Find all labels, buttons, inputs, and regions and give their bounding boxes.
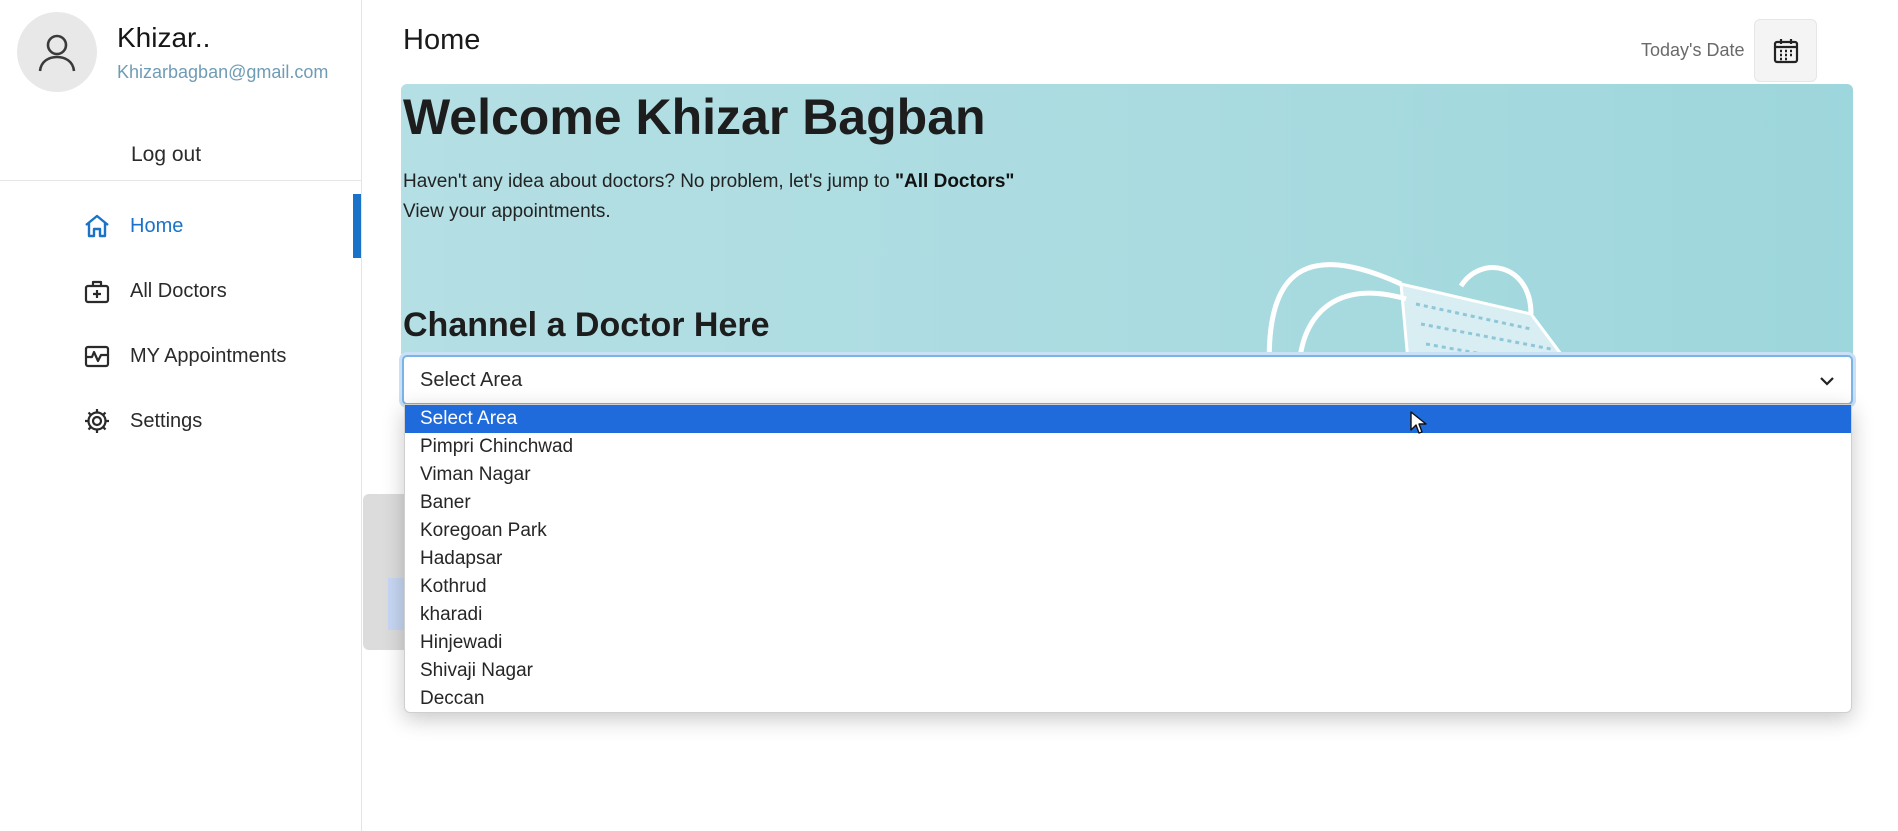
area-option[interactable]: Hinjewadi: [405, 629, 1851, 657]
calendar-icon: [1773, 38, 1798, 63]
profile-name: Khizar..: [117, 22, 211, 53]
area-option[interactable]: Pimpri Chinchwad: [405, 433, 1851, 461]
mouse-cursor: [1410, 411, 1427, 434]
activity-icon: [80, 339, 114, 373]
area-option[interactable]: Hadapsar: [405, 545, 1851, 573]
sidebar-item-all-doctors[interactable]: All Doctors: [80, 259, 362, 323]
area-option[interactable]: Deccan: [405, 685, 1851, 712]
banner-intro-text: Haven't any idea about doctors? No probl…: [403, 171, 1014, 193]
all-doctors-link[interactable]: "All Doctors": [895, 171, 1014, 192]
welcome-banner: Welcome Khizar Bagban Haven't any idea a…: [401, 84, 1853, 354]
sidebar-item-label: All Doctors: [130, 279, 227, 302]
todays-date-label: Today's Date: [1641, 40, 1745, 60]
medical-bag-icon: [80, 274, 114, 308]
area-option[interactable]: Shivaji Nagar: [405, 657, 1851, 685]
channel-doctor-heading: Channel a Doctor Here: [403, 306, 770, 344]
avatar: [17, 12, 97, 92]
sidebar-item-settings[interactable]: Settings: [80, 389, 362, 453]
sidebar-item-label: Home: [130, 214, 184, 237]
sidebar-item-label: MY Appointments: [130, 344, 287, 367]
gear-icon: [80, 404, 114, 438]
active-indicator: [353, 194, 361, 258]
area-select-value: Select Area: [420, 368, 523, 391]
page-title: Home: [403, 24, 481, 56]
view-appointments-text: View your appointments.: [403, 201, 611, 222]
welcome-heading: Welcome Khizar Bagban: [403, 89, 986, 145]
sidebar-item-label: Settings: [130, 409, 203, 432]
area-dropdown-list: Select Area Pimpri Chinchwad Viman Nagar Ba…: [404, 404, 1852, 713]
sidebar-divider: [0, 180, 362, 181]
area-option[interactable]: Baner: [405, 489, 1851, 517]
profile-email: Khizarbagban@gmail.com: [117, 62, 329, 82]
logout-button[interactable]: Log out: [131, 143, 201, 167]
face-mask-illustration: [1266, 262, 1563, 354]
area-option[interactable]: kharadi: [405, 601, 1851, 629]
area-option[interactable]: Viman Nagar: [405, 461, 1851, 489]
area-option[interactable]: Select Area: [405, 405, 1851, 433]
sidebar-item-home[interactable]: Home: [80, 194, 362, 258]
chevron-down-icon: [1820, 377, 1834, 386]
home-icon: [80, 209, 114, 243]
area-select[interactable]: Select Area: [402, 355, 1853, 405]
banner-intro-prefix: Haven't any idea about doctors? No probl…: [403, 171, 896, 192]
profile-section: Khizar.. Khizarbagban@gmail.com: [17, 12, 357, 92]
area-option[interactable]: Kothrud: [405, 573, 1851, 601]
sidebar: Khizar.. Khizarbagban@gmail.com Log out …: [0, 0, 362, 831]
area-option[interactable]: Koregoan Park: [405, 517, 1851, 545]
user-icon: [38, 34, 76, 72]
sidebar-item-my-appointments[interactable]: MY Appointments: [80, 324, 362, 388]
calendar-button[interactable]: [1754, 19, 1817, 82]
